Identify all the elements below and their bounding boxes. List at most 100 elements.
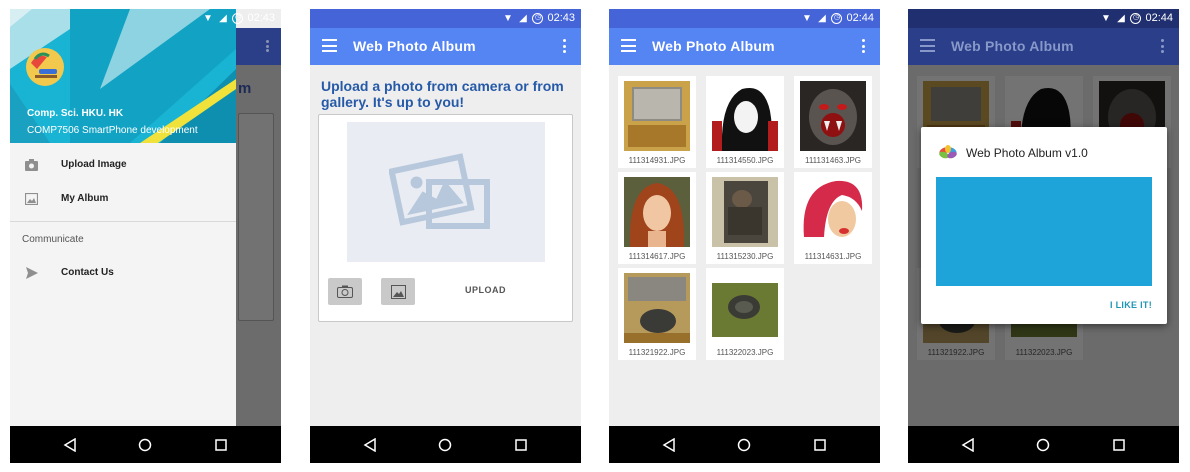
photo-preview[interactable]	[347, 122, 545, 262]
image-icon	[25, 193, 38, 205]
android-nav-bar	[609, 426, 880, 463]
gallery-icon	[390, 284, 406, 299]
signal-icon: ◢	[519, 12, 527, 24]
drawer-user-name: Comp. Sci. HKU. HK	[27, 108, 124, 119]
photo-thumbnail	[624, 81, 690, 151]
alarm-icon: ◷	[232, 12, 244, 24]
dialog-content-box	[936, 177, 1152, 286]
drawer-item-upload-image[interactable]: Upload Image	[10, 149, 236, 181]
back-button[interactable]	[55, 430, 85, 460]
home-circle-icon	[738, 438, 751, 451]
wifi-icon: ▼	[203, 12, 213, 24]
camera-icon	[337, 285, 353, 298]
recents-square-icon	[1113, 438, 1125, 451]
alarm-icon: ◷	[532, 12, 544, 24]
back-button[interactable]	[355, 430, 385, 460]
back-triangle-icon	[961, 437, 974, 452]
status-time: 02:43	[547, 12, 575, 24]
recents-square-icon	[814, 438, 826, 451]
photo-tile[interactable]: 111131463.JPG	[794, 76, 872, 168]
photo-tile[interactable]: 111315230.JPG	[706, 172, 784, 264]
status-bar: ▼ ◢ ◷ 02:44	[908, 9, 1179, 28]
recents-button[interactable]	[1104, 430, 1134, 460]
camera-icon	[25, 159, 38, 171]
back-button[interactable]	[953, 430, 983, 460]
status-time: 02:44	[846, 12, 874, 24]
screen-album: ▼ ◢ ◷ 02:44 Web Photo Album 111314931.JP…	[609, 9, 880, 463]
recents-button[interactable]	[805, 430, 835, 460]
home-circle-icon	[139, 438, 152, 451]
back-triangle-icon	[363, 437, 376, 452]
hamburger-menu-icon[interactable]	[621, 39, 636, 52]
photo-caption: 111322023.JPG	[716, 348, 774, 357]
status-time: 02:43	[247, 12, 275, 24]
overflow-menu-icon[interactable]	[862, 39, 866, 53]
overflow-menu-icon	[1161, 39, 1165, 53]
recents-button[interactable]	[506, 430, 536, 460]
drawer-user-subtitle: COMP7506 SmartPhone development	[27, 125, 198, 136]
photo-tile[interactable]: 111314617.JPG	[618, 172, 696, 264]
status-time: 02:44	[1145, 12, 1173, 24]
back-triangle-icon	[63, 437, 76, 452]
drawer-item-contact-us[interactable]: Contact Us	[10, 257, 236, 289]
hamburger-menu-icon[interactable]	[322, 39, 337, 52]
photo-caption: 111314617.JPG	[628, 252, 686, 261]
send-icon	[26, 267, 38, 279]
photo-caption: 111131463.JPG	[804, 156, 862, 165]
signal-icon: ◢	[219, 12, 227, 24]
photo-tile[interactable]: 111314631.JPG	[794, 172, 872, 264]
wifi-icon: ▼	[1101, 12, 1111, 24]
photo-caption: 111314550.JPG	[716, 156, 774, 165]
upload-button[interactable]: UPLOAD	[465, 285, 506, 295]
photo-thumbnail	[800, 81, 866, 151]
android-nav-bar	[908, 426, 1179, 463]
alarm-icon: ◷	[1130, 12, 1142, 24]
home-button[interactable]	[1028, 430, 1058, 460]
upload-heading: Upload a photo from camera or from galle…	[321, 78, 564, 110]
back-triangle-icon	[662, 437, 675, 452]
dimmed-card	[238, 113, 274, 321]
app-toolbar: Web Photo Album	[908, 28, 1179, 65]
photo-tile[interactable]: 111322023.JPG	[706, 268, 784, 360]
photo-tile[interactable]: 111314550.JPG	[706, 76, 784, 168]
wifi-icon: ▼	[503, 12, 513, 24]
photo-thumbnail	[712, 273, 778, 343]
drawer-item-label: Contact Us	[61, 267, 114, 278]
camera-button[interactable]	[328, 278, 362, 305]
home-button[interactable]	[130, 430, 160, 460]
screen-upload: ▼ ◢ ◷ 02:43 Web Photo Album Upload a pho…	[310, 9, 581, 463]
dimmed-heading-fragment: m	[238, 80, 252, 97]
about-dialog: Web Photo Album v1.0 I LIKE IT!	[921, 127, 1167, 324]
home-button[interactable]	[430, 430, 460, 460]
photo-thumbnail	[712, 177, 778, 247]
home-circle-icon	[1037, 438, 1050, 451]
android-nav-bar	[10, 426, 281, 463]
dialog-title: Web Photo Album v1.0	[966, 146, 1088, 160]
photo-tile[interactable]: 111321922.JPG	[618, 268, 696, 360]
screen-about-dialog: ▼ ◢ ◷ 02:44 Web Photo Album 111321922.JP…	[908, 9, 1179, 463]
recents-square-icon	[215, 438, 227, 451]
photo-thumbnail	[624, 177, 690, 247]
app-title: Web Photo Album	[652, 38, 775, 54]
back-button[interactable]	[654, 430, 684, 460]
android-nav-bar	[310, 426, 581, 463]
navigation-drawer: Comp. Sci. HKU. HK COMP7506 SmartPhone d…	[10, 9, 236, 426]
photo-thumbnail	[624, 273, 690, 343]
photo-caption: 111315230.JPG	[716, 252, 774, 261]
drawer-item-my-album[interactable]: My Album	[10, 183, 236, 215]
hamburger-menu-icon	[920, 39, 935, 52]
i-like-it-button[interactable]: I LIKE IT!	[1110, 300, 1152, 310]
home-button[interactable]	[729, 430, 759, 460]
overflow-menu-icon[interactable]	[563, 39, 567, 53]
alarm-icon: ◷	[831, 12, 843, 24]
gallery-button[interactable]	[381, 278, 415, 305]
photo-tile[interactable]: 111314931.JPG	[618, 76, 696, 168]
photos-placeholder-icon	[389, 153, 490, 229]
drawer-section-title: Communicate	[22, 234, 84, 245]
drawer-header: Comp. Sci. HKU. HK COMP7506 SmartPhone d…	[10, 9, 236, 143]
home-circle-icon	[439, 438, 452, 451]
recents-button[interactable]	[206, 430, 236, 460]
photo-thumbnail	[800, 177, 866, 247]
photo-caption: 111321922.JPG	[628, 348, 686, 357]
wifi-icon: ▼	[802, 12, 812, 24]
